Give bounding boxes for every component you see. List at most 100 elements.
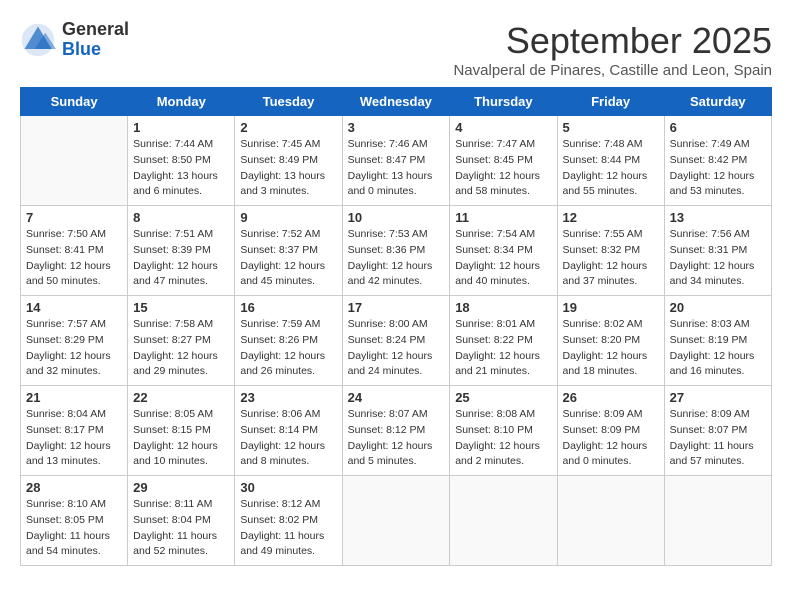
calendar-cell: 24 Sunrise: 8:07 AM Sunset: 8:12 PM Dayli… [342, 386, 450, 476]
weekday-header-tuesday: Tuesday [235, 88, 342, 116]
logo-general-text: General [62, 20, 129, 40]
logo-blue-text: Blue [62, 40, 129, 60]
calendar-cell: 22 Sunrise: 8:05 AM Sunset: 8:15 PM Dayli… [128, 386, 235, 476]
day-info: Sunrise: 8:03 AM Sunset: 8:19 PM Dayligh… [670, 317, 766, 380]
day-number: 21 [26, 390, 122, 405]
calendar-cell [450, 476, 557, 566]
calendar-cell: 8 Sunrise: 7:51 AM Sunset: 8:39 PM Daylig… [128, 206, 235, 296]
day-number: 16 [240, 300, 336, 315]
day-number: 15 [133, 300, 229, 315]
day-number: 7 [26, 210, 122, 225]
calendar-cell: 23 Sunrise: 8:06 AM Sunset: 8:14 PM Dayli… [235, 386, 342, 476]
day-number: 17 [348, 300, 445, 315]
title-block: September 2025 Navalperal de Pinares, Ca… [453, 20, 772, 79]
day-number: 5 [563, 120, 659, 135]
calendar-cell: 16 Sunrise: 7:59 AM Sunset: 8:26 PM Dayli… [235, 296, 342, 386]
day-info: Sunrise: 7:56 AM Sunset: 8:31 PM Dayligh… [670, 227, 766, 290]
header: General Blue September 2025 Navalperal d… [20, 20, 772, 79]
day-number: 24 [348, 390, 445, 405]
calendar-cell: 28 Sunrise: 8:10 AM Sunset: 8:05 PM Dayli… [21, 476, 128, 566]
day-number: 8 [133, 210, 229, 225]
day-info: Sunrise: 7:51 AM Sunset: 8:39 PM Dayligh… [133, 227, 229, 290]
calendar-cell: 26 Sunrise: 8:09 AM Sunset: 8:09 PM Dayli… [557, 386, 664, 476]
calendar-cell: 2 Sunrise: 7:45 AM Sunset: 8:49 PM Daylig… [235, 116, 342, 206]
day-info: Sunrise: 8:08 AM Sunset: 8:10 PM Dayligh… [455, 407, 551, 470]
day-info: Sunrise: 7:55 AM Sunset: 8:32 PM Dayligh… [563, 227, 659, 290]
weekday-header-sunday: Sunday [21, 88, 128, 116]
calendar-cell: 4Sunrise: 7:47 AM Sunset: 8:45 PM Daylig… [450, 116, 557, 206]
day-info: Sunrise: 8:11 AM Sunset: 8:04 PM Dayligh… [133, 497, 229, 560]
day-number: 28 [26, 480, 122, 495]
calendar-cell: 7 Sunrise: 7:50 AM Sunset: 8:41 PM Daylig… [21, 206, 128, 296]
day-number: 20 [670, 300, 766, 315]
day-number: 26 [563, 390, 659, 405]
calendar-cell: 29 Sunrise: 8:11 AM Sunset: 8:04 PM Dayli… [128, 476, 235, 566]
calendar-cell: 10 Sunrise: 7:53 AM Sunset: 8:36 PM Dayli… [342, 206, 450, 296]
day-number: 19 [563, 300, 659, 315]
location-subtitle: Navalperal de Pinares, Castille and Leon… [453, 62, 772, 79]
day-info: Sunrise: 7:59 AM Sunset: 8:26 PM Dayligh… [240, 317, 336, 380]
month-title: September 2025 [453, 20, 772, 62]
weekday-header-monday: Monday [128, 88, 235, 116]
day-number: 29 [133, 480, 229, 495]
day-number: 30 [240, 480, 336, 495]
weekday-header-wednesday: Wednesday [342, 88, 450, 116]
calendar-cell: 20 Sunrise: 8:03 AM Sunset: 8:19 PM Dayli… [664, 296, 771, 386]
logo: General Blue [20, 20, 129, 60]
day-info: Sunrise: 8:09 AM Sunset: 8:09 PM Dayligh… [563, 407, 659, 470]
day-info: Sunrise: 7:53 AM Sunset: 8:36 PM Dayligh… [348, 227, 445, 290]
day-number: 12 [563, 210, 659, 225]
calendar-cell: 1Sunrise: 7:44 AM Sunset: 8:50 PM Daylig… [128, 116, 235, 206]
calendar-header-row: SundayMondayTuesdayWednesdayThursdayFrid… [21, 88, 772, 116]
calendar-cell: 30 Sunrise: 8:12 AM Sunset: 8:02 PM Dayli… [235, 476, 342, 566]
day-info: Sunrise: 7:49 AM Sunset: 8:42 PM Dayligh… [670, 137, 766, 200]
day-info: Sunrise: 8:10 AM Sunset: 8:05 PM Dayligh… [26, 497, 122, 560]
week-row-3: 14Sunrise: 7:57 AM Sunset: 8:29 PM Dayli… [21, 296, 772, 386]
calendar-cell: 5 Sunrise: 7:48 AM Sunset: 8:44 PM Daylig… [557, 116, 664, 206]
day-info: Sunrise: 7:52 AM Sunset: 8:37 PM Dayligh… [240, 227, 336, 290]
day-info: Sunrise: 7:50 AM Sunset: 8:41 PM Dayligh… [26, 227, 122, 290]
day-info: Sunrise: 8:12 AM Sunset: 8:02 PM Dayligh… [240, 497, 336, 560]
week-row-1: 1Sunrise: 7:44 AM Sunset: 8:50 PM Daylig… [21, 116, 772, 206]
day-number: 25 [455, 390, 551, 405]
week-row-2: 7 Sunrise: 7:50 AM Sunset: 8:41 PM Daylig… [21, 206, 772, 296]
day-info: Sunrise: 8:06 AM Sunset: 8:14 PM Dayligh… [240, 407, 336, 470]
day-info: Sunrise: 7:48 AM Sunset: 8:44 PM Dayligh… [563, 137, 659, 200]
calendar-cell: 15Sunrise: 7:58 AM Sunset: 8:27 PM Dayli… [128, 296, 235, 386]
day-number: 27 [670, 390, 766, 405]
calendar-table: SundayMondayTuesdayWednesdayThursdayFrid… [20, 87, 772, 566]
day-number: 9 [240, 210, 336, 225]
calendar-cell: 14Sunrise: 7:57 AM Sunset: 8:29 PM Dayli… [21, 296, 128, 386]
logo-icon [20, 22, 56, 58]
calendar-cell: 12 Sunrise: 7:55 AM Sunset: 8:32 PM Dayli… [557, 206, 664, 296]
weekday-header-saturday: Saturday [664, 88, 771, 116]
calendar-cell: 9 Sunrise: 7:52 AM Sunset: 8:37 PM Daylig… [235, 206, 342, 296]
weekday-header-thursday: Thursday [450, 88, 557, 116]
day-number: 10 [348, 210, 445, 225]
day-number: 3 [348, 120, 445, 135]
calendar-cell: 6 Sunrise: 7:49 AM Sunset: 8:42 PM Daylig… [664, 116, 771, 206]
week-row-5: 28 Sunrise: 8:10 AM Sunset: 8:05 PM Dayli… [21, 476, 772, 566]
day-number: 13 [670, 210, 766, 225]
day-info: Sunrise: 8:07 AM Sunset: 8:12 PM Dayligh… [348, 407, 445, 470]
day-number: 14 [26, 300, 122, 315]
day-number: 2 [240, 120, 336, 135]
calendar-cell: 27Sunrise: 8:09 AM Sunset: 8:07 PM Dayli… [664, 386, 771, 476]
calendar-cell: 21 Sunrise: 8:04 AM Sunset: 8:17 PM Dayli… [21, 386, 128, 476]
day-info: Sunrise: 7:45 AM Sunset: 8:49 PM Dayligh… [240, 137, 336, 200]
day-info: Sunrise: 8:00 AM Sunset: 8:24 PM Dayligh… [348, 317, 445, 380]
day-number: 1 [133, 120, 229, 135]
day-info: Sunrise: 8:04 AM Sunset: 8:17 PM Dayligh… [26, 407, 122, 470]
calendar-cell [664, 476, 771, 566]
calendar-cell [342, 476, 450, 566]
day-number: 23 [240, 390, 336, 405]
day-info: Sunrise: 7:54 AM Sunset: 8:34 PM Dayligh… [455, 227, 551, 290]
calendar-cell: 25 Sunrise: 8:08 AM Sunset: 8:10 PM Dayli… [450, 386, 557, 476]
day-number: 6 [670, 120, 766, 135]
day-info: Sunrise: 8:05 AM Sunset: 8:15 PM Dayligh… [133, 407, 229, 470]
week-row-4: 21 Sunrise: 8:04 AM Sunset: 8:17 PM Dayli… [21, 386, 772, 476]
day-number: 22 [133, 390, 229, 405]
day-info: Sunrise: 7:47 AM Sunset: 8:45 PM Dayligh… [455, 137, 551, 200]
logo-text: General Blue [62, 20, 129, 60]
calendar-cell [21, 116, 128, 206]
